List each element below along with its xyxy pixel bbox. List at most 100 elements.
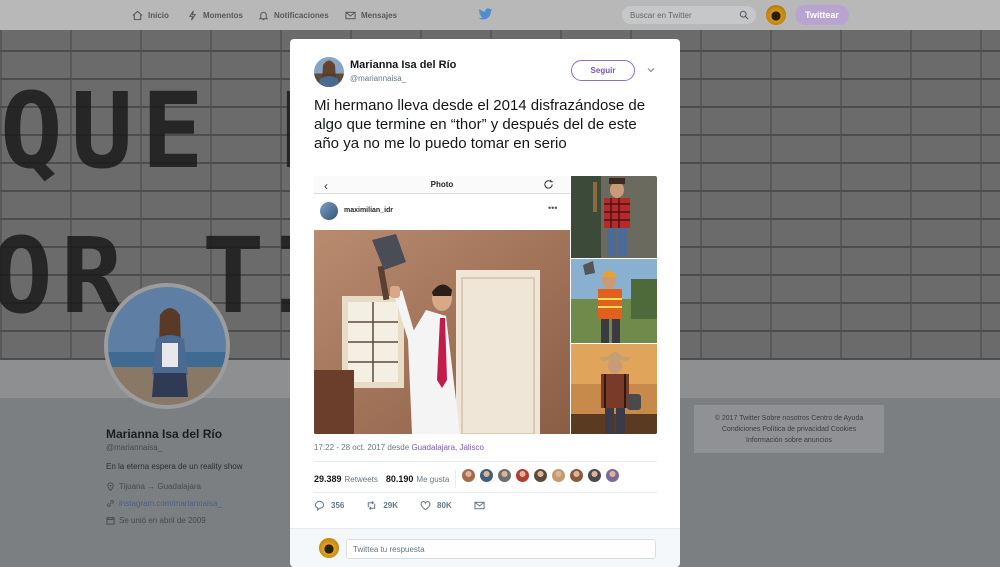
follow-button[interactable]: Seguir: [571, 60, 635, 81]
retweets-count: 29.389: [314, 474, 342, 484]
footer-line-3[interactable]: Información sobre anuncios: [694, 435, 884, 446]
refresh-icon: [544, 179, 553, 189]
ig-user-avatar: [320, 202, 338, 220]
nav-messages[interactable]: Mensajes: [345, 0, 397, 30]
profile-website[interactable]: instagram.com/mariannaisa_: [106, 499, 222, 508]
ig-username: maximilian_idr: [344, 207, 394, 214]
search-icon[interactable]: [739, 10, 749, 20]
retweets-label: Retweets: [344, 475, 378, 484]
likes-label: Me gusta: [416, 475, 450, 484]
lightning-icon: [188, 10, 197, 20]
nav-notifications-label: Notificaciones: [274, 10, 329, 20]
envelope-icon: [345, 11, 356, 19]
home-icon: [132, 10, 143, 20]
profile-avatar[interactable]: [104, 283, 230, 409]
profile-joined-text: Se unió en abril de 2009: [119, 516, 206, 525]
reply-user-avatar: [319, 538, 339, 558]
chevron-down-icon[interactable]: [646, 65, 656, 75]
tweet-author-avatar-figure: [318, 60, 340, 87]
heart-icon: [420, 500, 431, 510]
photo-ig-user-row: maximilian_idr •••: [314, 196, 570, 230]
retweet-action[interactable]: 29K: [366, 500, 398, 511]
reply-action[interactable]: 356: [314, 500, 344, 511]
nav-notifications[interactable]: Notificaciones: [258, 0, 329, 30]
direct-message-action[interactable]: [474, 500, 491, 511]
calendar-icon: [106, 516, 115, 525]
photo-side-3-illustration: [571, 344, 657, 434]
photo-side-cowboy: [571, 344, 657, 434]
link-icon: [107, 500, 114, 507]
stats-separator: [455, 470, 457, 488]
profile-location: Tijuana → Guadalajara: [106, 482, 201, 491]
profile-location-text: Tijuana → Guadalajara: [119, 482, 201, 491]
like-count: 80K: [437, 500, 452, 510]
tweet-author-avatar[interactable]: [314, 57, 344, 87]
tweet-time-joiner: desde: [387, 443, 410, 452]
footer-line-1[interactable]: © 2017 Twitter Sobre nosotros Centro de …: [694, 413, 884, 424]
liker-avatar[interactable]: [587, 468, 602, 483]
tweet-text: Mi hermano lleva desde el 2014 disfrazán…: [314, 97, 646, 152]
profile-website-text[interactable]: instagram.com/mariannaisa_: [119, 499, 222, 508]
twitter-bird-icon[interactable]: [478, 8, 493, 21]
search-box[interactable]: Buscar en Twitter: [622, 6, 756, 24]
photo-main-scene: [314, 230, 570, 434]
photo-side-2-illustration: [571, 259, 657, 343]
like-action[interactable]: 80K: [420, 500, 452, 511]
search-placeholder: Buscar en Twitter: [630, 11, 692, 20]
nav-home-label: Inicio: [148, 10, 169, 20]
likes-count: 80.190: [385, 474, 414, 484]
tweet-location[interactable]: Guadalajara, Jalisco: [411, 443, 483, 452]
liker-avatars: [461, 468, 623, 483]
tweet-author-handle[interactable]: @mariannaisa_: [350, 74, 406, 83]
more-dots-icon: •••: [548, 203, 558, 213]
reply-icon: [314, 500, 325, 511]
liker-avatar[interactable]: [515, 468, 530, 483]
liker-avatar[interactable]: [551, 468, 566, 483]
liker-avatar[interactable]: [461, 468, 476, 483]
divider: [314, 461, 657, 462]
liker-avatar[interactable]: [569, 468, 584, 483]
nav-messages-label: Mensajes: [361, 10, 398, 20]
tweet-timestamp: 17:22 - 28 oct. 2017 desde Guadalajara, …: [314, 443, 484, 452]
reply-count: 356: [331, 500, 345, 510]
retweet-icon: [368, 500, 376, 510]
retweet-count: 29K: [383, 500, 399, 510]
tweet-button[interactable]: Twittear: [795, 5, 849, 25]
profile-handle: @mariannaisa_: [106, 443, 163, 452]
profile-name: Marianna Isa del Río: [106, 427, 223, 441]
tweet-stats: 29.389 Retweets 80.190 Me gusta: [314, 469, 462, 489]
tweet-actions: 356 29K 80K: [314, 497, 513, 513]
profile-photo-figure: [152, 308, 188, 397]
photo-side-lumberjack: [571, 176, 657, 258]
footer-line-2[interactable]: Condiciones Política de privacidad Cooki…: [694, 424, 884, 435]
nav-home[interactable]: Inicio: [132, 0, 169, 30]
account-avatar[interactable]: [766, 5, 786, 25]
photo-side-1-illustration: [571, 176, 657, 258]
tweet-author-name[interactable]: Marianna Isa del Río: [350, 59, 456, 71]
divider: [314, 492, 657, 493]
reply-composer: [290, 528, 680, 567]
footer-links: © 2017 Twitter Sobre nosotros Centro de …: [694, 405, 884, 453]
liker-avatar[interactable]: [533, 468, 548, 483]
location-pin-icon: [107, 482, 114, 491]
photo-main-illustration: [314, 230, 570, 434]
liker-avatar[interactable]: [497, 468, 512, 483]
nav-moments[interactable]: Momentos: [187, 0, 243, 30]
photo-app-bar: ‹ Photo: [314, 176, 570, 194]
retweets-stat[interactable]: 29.389 Retweets: [314, 474, 378, 484]
bell-icon: [258, 11, 269, 20]
reply-input[interactable]: [346, 539, 656, 559]
tweet-time[interactable]: 17:22 - 28 oct. 2017: [314, 443, 385, 452]
tweet-modal: Marianna Isa del Río @mariannaisa_ Segui…: [290, 39, 680, 567]
nav-moments-label: Momentos: [203, 10, 243, 20]
likes-stat[interactable]: 80.190 Me gusta: [386, 474, 449, 484]
tweet-photo[interactable]: ‹ Photo maximilian_idr •••: [314, 176, 657, 434]
photo-app-title: Photo: [430, 180, 454, 189]
photo-side-construction: [571, 259, 657, 343]
envelope-icon: [474, 501, 485, 509]
top-nav: Inicio Momentos Notificaciones Mensajes …: [0, 0, 1000, 30]
liker-avatar[interactable]: [605, 468, 620, 483]
profile-joined: Se unió en abril de 2009: [106, 516, 206, 525]
profile-bio: En la eterna espera de un reality show: [106, 462, 243, 471]
liker-avatar[interactable]: [479, 468, 494, 483]
